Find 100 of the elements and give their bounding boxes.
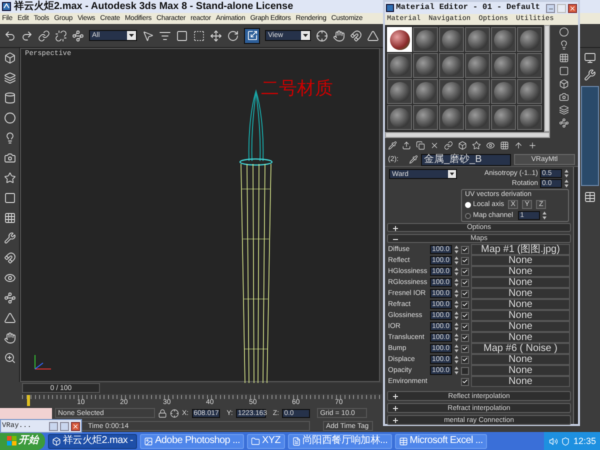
square-icon[interactable] [176,30,188,42]
eyedropper-icon[interactable] [409,155,418,164]
rotate-icon[interactable] [227,30,239,42]
plus-icon[interactable] [528,141,537,150]
link-icon[interactable] [444,141,453,150]
hand-icon[interactable] [333,30,345,42]
arrow-up-icon[interactable] [514,141,523,150]
eye-icon[interactable] [4,272,16,284]
cylinder-icon[interactable] [4,92,16,104]
camera-icon[interactable] [4,152,16,164]
checkbox[interactable] [461,366,469,374]
circle-icon[interactable] [559,27,569,37]
star-icon[interactable] [4,172,16,184]
vertical-scrollbar[interactable] [544,25,550,132]
map-slot-button[interactable]: None [471,321,570,332]
monitor-icon[interactable] [584,52,596,64]
map-slot-button[interactable]: None [471,332,570,343]
camera-icon[interactable] [559,92,569,102]
document-icon[interactable] [292,436,301,446]
magnet-icon[interactable] [350,30,362,42]
map-slot-button[interactable]: None [471,376,570,387]
spinner-icon[interactable] [454,333,459,342]
map-slot-button[interactable]: Map #1 (图图.jpg) [471,244,570,255]
hand-icon[interactable] [4,332,16,344]
light-bulb-icon[interactable] [559,40,569,50]
material-name-field[interactable]: 金属_磨砂_B [421,154,511,166]
map-slot-button[interactable]: None [471,288,570,299]
minimize-button[interactable] [546,4,555,12]
map-slot-button[interactable]: None [471,354,570,365]
taskbar-button[interactable]: 祥云火炬2.max - [48,434,138,448]
triangle-icon[interactable] [367,30,379,42]
checkbox[interactable] [461,290,469,298]
square-icon[interactable] [4,192,16,204]
map-slot-button[interactable]: Map #6 ( Noise ) [471,343,570,354]
circle-icon[interactable] [4,112,16,124]
speaker-icon[interactable] [549,436,558,446]
pivot-icon[interactable] [316,30,328,42]
nodes-icon[interactable] [559,118,569,128]
star-icon[interactable] [472,141,481,150]
spinner-icon[interactable] [564,179,569,188]
square-icon[interactable] [559,66,569,76]
eye-icon[interactable] [486,141,495,150]
radio-button[interactable] [465,212,471,218]
zoom-icon[interactable] [4,352,16,364]
map-slot-button[interactable]: None [471,299,570,310]
table-icon[interactable] [584,191,596,203]
link-icon[interactable] [38,30,50,42]
spinner-icon[interactable] [454,322,459,331]
close-button[interactable] [71,422,80,430]
delete-icon[interactable] [430,141,439,150]
spinner-icon[interactable] [454,311,459,320]
taskbar-button[interactable]: 尚阳西餐厅响加林... [288,434,392,448]
checkbox[interactable] [461,278,469,286]
vertical-scrollbar[interactable] [573,167,578,424]
spinner-icon[interactable] [454,256,459,265]
wrench-icon[interactable] [4,232,16,244]
start-button[interactable]: 开始 [0,432,45,450]
checkbox[interactable] [461,344,469,352]
image-icon[interactable] [144,436,154,446]
spinner-icon[interactable] [454,267,459,276]
script-listener-field[interactable] [0,408,52,418]
checkbox[interactable] [461,268,469,276]
triangle-icon[interactable] [4,312,16,324]
layers-icon[interactable] [4,72,16,84]
checkbox[interactable] [461,246,469,254]
list-icon[interactable] [159,30,171,42]
spinner-icon[interactable] [454,289,459,298]
checkbox[interactable] [461,312,469,320]
checkbox[interactable] [461,334,469,342]
map-slot-button[interactable]: None [471,266,570,277]
spinner-icon[interactable] [454,245,459,254]
copy-icon[interactable] [416,141,425,150]
spinner-icon[interactable] [454,278,459,287]
nodes-icon[interactable] [4,292,16,304]
checkbox[interactable] [461,300,469,308]
map-slot-button[interactable]: None [471,310,570,321]
grid-icon[interactable] [4,212,16,224]
taskbar-button[interactable]: XYZ [246,434,285,448]
upload-icon[interactable] [402,141,411,150]
nodes-icon[interactable] [72,30,84,42]
spinner-icon[interactable] [454,366,459,375]
magnet-icon[interactable] [4,252,16,264]
close-button[interactable] [568,4,577,12]
spinner-icon[interactable] [564,169,569,178]
restore-button[interactable] [49,422,58,430]
grid-icon[interactable] [500,141,509,150]
absolute-mode-icon[interactable] [170,408,179,418]
move-icon[interactable] [210,30,222,42]
cube-icon[interactable] [4,52,16,64]
cube-icon[interactable] [458,141,467,150]
select-pointer-icon[interactable] [142,30,154,42]
unlink-icon[interactable] [55,30,67,42]
horizontal-scrollbar[interactable] [385,132,550,138]
checker-icon[interactable] [559,53,569,63]
checkbox[interactable] [461,256,469,264]
checkbox[interactable] [461,378,469,386]
map-slot-button[interactable]: None [471,277,570,288]
layers-icon[interactable] [559,105,569,115]
shield-icon[interactable] [561,436,570,446]
lock-icon[interactable] [158,408,167,418]
